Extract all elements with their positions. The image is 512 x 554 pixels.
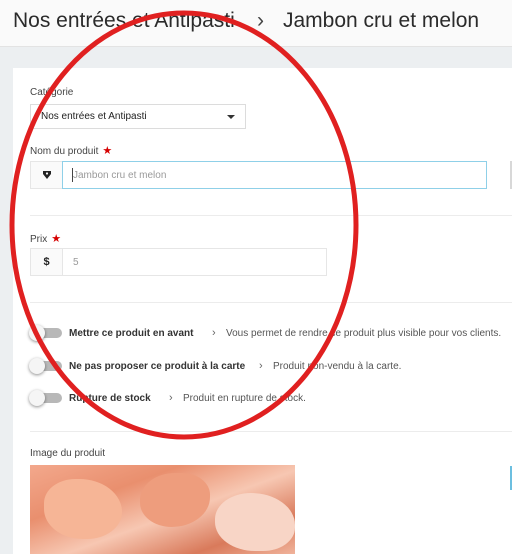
- breadcrumb-product: Jambon cru et melon: [283, 9, 480, 32]
- chevron-right-icon: ›: [169, 392, 173, 404]
- product-name-input[interactable]: Jambon cru et melon: [62, 161, 487, 189]
- breadcrumb-separator-icon: ›: [257, 9, 264, 32]
- featured-toggle[interactable]: [29, 325, 63, 341]
- chevron-right-icon: ›: [212, 327, 216, 339]
- price-label: Prix ★: [30, 232, 61, 245]
- required-star-icon: ★: [51, 233, 62, 245]
- category-select[interactable]: Nos entrées et Antipasti: [30, 104, 246, 129]
- dollar-icon: $: [30, 248, 62, 276]
- price-input[interactable]: 5: [62, 248, 327, 276]
- product-name-label-text: Nom du produit: [30, 146, 99, 157]
- not-on-menu-option-description: Produit non-vendu à la carte.: [273, 361, 402, 372]
- page-header: Nos entrées et Antipasti › Jambon cru et…: [0, 0, 512, 47]
- chevron-right-icon: ›: [259, 360, 263, 372]
- divider: [30, 431, 512, 432]
- not-on-menu-option-label: Ne pas proposer ce produit à la carte: [69, 361, 246, 372]
- out-of-stock-option-label: Rupture de stock: [69, 393, 151, 404]
- image-label: Image du produit: [30, 448, 106, 459]
- price-placeholder: 5: [73, 257, 79, 268]
- tag-icon: [30, 161, 62, 189]
- out-of-stock-option-description: Produit en rupture de stock.: [183, 393, 306, 404]
- out-of-stock-toggle[interactable]: [29, 390, 63, 406]
- featured-option-label: Mettre ce produit en avant: [69, 328, 194, 339]
- product-image[interactable]: [30, 465, 295, 554]
- required-star-icon: ★: [102, 145, 113, 157]
- divider: [30, 302, 512, 303]
- category-select-value: Nos entrées et Antipasti: [41, 111, 147, 122]
- price-label-text: Prix: [30, 234, 48, 245]
- category-label: Catégorie: [30, 87, 74, 98]
- breadcrumb-category[interactable]: Nos entrées et Antipasti: [13, 9, 235, 33]
- divider: [30, 215, 512, 216]
- product-name-label: Nom du produit ★: [30, 144, 112, 157]
- product-form-card: Catégorie Nos entrées et Antipasti Nom d…: [13, 68, 512, 554]
- product-name-placeholder: Jambon cru et melon: [73, 170, 167, 181]
- not-on-menu-toggle[interactable]: [29, 358, 63, 374]
- caret-down-icon: [227, 115, 235, 119]
- featured-option-description: Vous permet de rendre ce produit plus vi…: [226, 328, 502, 339]
